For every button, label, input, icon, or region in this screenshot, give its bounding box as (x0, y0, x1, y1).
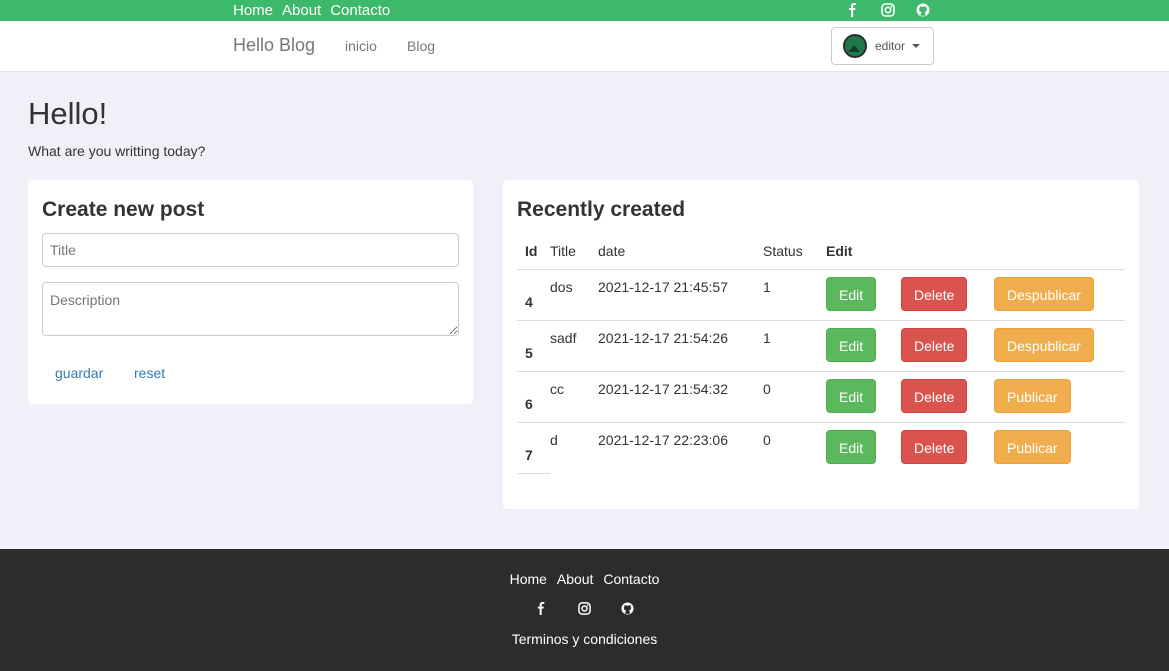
row-edit-cell: Edit (826, 370, 901, 422)
create-post-panel: Create new post guardar reset (28, 180, 473, 404)
page-subtitle: What are you writting today? (28, 143, 206, 159)
footer-link-home[interactable]: Home (510, 571, 547, 587)
row-status: 0 (763, 370, 826, 422)
col-header-date: date (598, 243, 626, 259)
facebook-icon[interactable] (535, 602, 548, 615)
row-title: d (550, 421, 598, 473)
footer-link-contacto[interactable]: Contacto (603, 571, 659, 587)
reset-button[interactable]: reset (134, 365, 165, 381)
title-input[interactable] (42, 233, 459, 267)
instagram-icon[interactable] (578, 602, 591, 615)
row-status: 1 (763, 268, 826, 320)
top-bar: Home About Contacto (0, 0, 1169, 21)
row-id: 4 (517, 268, 550, 320)
navbar: Hello Blog inicio Blog editor (0, 21, 1169, 72)
create-post-heading: Create new post (42, 198, 205, 221)
github-icon[interactable] (621, 602, 634, 615)
row-status: 0 (763, 421, 826, 473)
instagram-icon[interactable] (881, 3, 895, 17)
row-date: 2021-12-17 21:45:57 (598, 268, 763, 320)
row-delete-cell: Delete (901, 319, 994, 371)
row-edit-cell: Edit (826, 268, 901, 320)
row-edit-cell: Edit (826, 319, 901, 371)
row-delete-cell: Delete (901, 268, 994, 320)
row-delete-cell: Delete (901, 421, 994, 473)
table-row: 4 dos 2021-12-17 21:45:57 1 Edit Delete … (517, 268, 1125, 320)
col-header-empty (994, 241, 1125, 269)
caret-down-icon (912, 44, 921, 48)
row-date: 2021-12-17 22:23:06 (598, 421, 763, 473)
col-header-empty (901, 241, 994, 269)
row-id: 7 (517, 421, 550, 474)
col-header-status: Status (763, 243, 803, 259)
publish-button[interactable]: Publicar (994, 429, 1071, 464)
nav-link-inicio[interactable]: inicio (345, 38, 377, 54)
user-menu-button[interactable]: editor (831, 27, 934, 65)
footer-social (0, 602, 1169, 615)
top-social (846, 3, 930, 17)
table-header-row: Id Title date Status Edit (517, 241, 1125, 269)
unpublish-button[interactable]: Despublicar (994, 327, 1094, 362)
table-row: 7 d 2021-12-17 22:23:06 0 Edit Delete Pu… (517, 421, 1125, 474)
facebook-icon[interactable] (846, 3, 860, 17)
row-publish-cell: Despublicar (994, 319, 1125, 371)
top-link-contacto[interactable]: Contacto (330, 2, 390, 19)
recent-posts-panel: Recently created Id Title date Status Ed… (503, 180, 1139, 509)
top-link-home[interactable]: Home (233, 2, 273, 19)
row-id: 6 (517, 370, 550, 422)
unpublish-button[interactable]: Despublicar (994, 276, 1094, 311)
row-title: dos (550, 268, 598, 320)
delete-button[interactable]: Delete (901, 378, 968, 413)
user-name: editor (875, 39, 906, 53)
nav-link-blog[interactable]: Blog (407, 38, 435, 54)
row-status: 1 (763, 319, 826, 371)
avatar (843, 34, 867, 58)
row-date: 2021-12-17 21:54:26 (598, 319, 763, 371)
footer: Home About Contacto Terminos y condicion… (0, 549, 1169, 671)
row-title: cc (550, 370, 598, 422)
delete-button[interactable]: Delete (901, 429, 968, 464)
table-row: 5 sadf 2021-12-17 21:54:26 1 Edit Delete… (517, 319, 1125, 371)
row-title: sadf (550, 319, 598, 371)
row-publish-cell: Publicar (994, 421, 1125, 473)
delete-button[interactable]: Delete (901, 327, 968, 362)
recent-posts-heading: Recently created (517, 198, 686, 221)
row-publish-cell: Publicar (994, 370, 1125, 422)
row-id: 5 (517, 319, 550, 371)
top-links: Home About Contacto (233, 2, 399, 19)
page-title: Hello! (28, 96, 108, 131)
edit-button[interactable]: Edit (826, 429, 877, 464)
footer-links: Home About Contacto (0, 571, 1169, 587)
brand-link[interactable]: Hello Blog (233, 35, 315, 56)
top-link-about[interactable]: About (282, 2, 321, 19)
col-header-id: Id (525, 243, 538, 259)
terms-link[interactable]: Terminos y condiciones (0, 631, 1169, 647)
footer-link-about[interactable]: About (557, 571, 594, 587)
github-icon[interactable] (916, 3, 930, 17)
edit-button[interactable]: Edit (826, 276, 877, 311)
publish-button[interactable]: Publicar (994, 378, 1071, 413)
row-date: 2021-12-17 21:54:32 (598, 370, 763, 422)
row-delete-cell: Delete (901, 370, 994, 422)
posts-table: Id Title date Status Edit 4 dos 2021-12-… (517, 241, 1125, 474)
col-header-edit: Edit (826, 243, 853, 259)
row-publish-cell: Despublicar (994, 268, 1125, 320)
edit-button[interactable]: Edit (826, 327, 877, 362)
description-textarea[interactable] (42, 282, 459, 336)
edit-button[interactable]: Edit (826, 378, 877, 413)
table-row: 6 cc 2021-12-17 21:54:32 0 Edit Delete P… (517, 370, 1125, 422)
delete-button[interactable]: Delete (901, 276, 968, 311)
row-edit-cell: Edit (826, 421, 901, 473)
col-header-title: Title (550, 243, 576, 259)
save-button[interactable]: guardar (55, 365, 103, 381)
